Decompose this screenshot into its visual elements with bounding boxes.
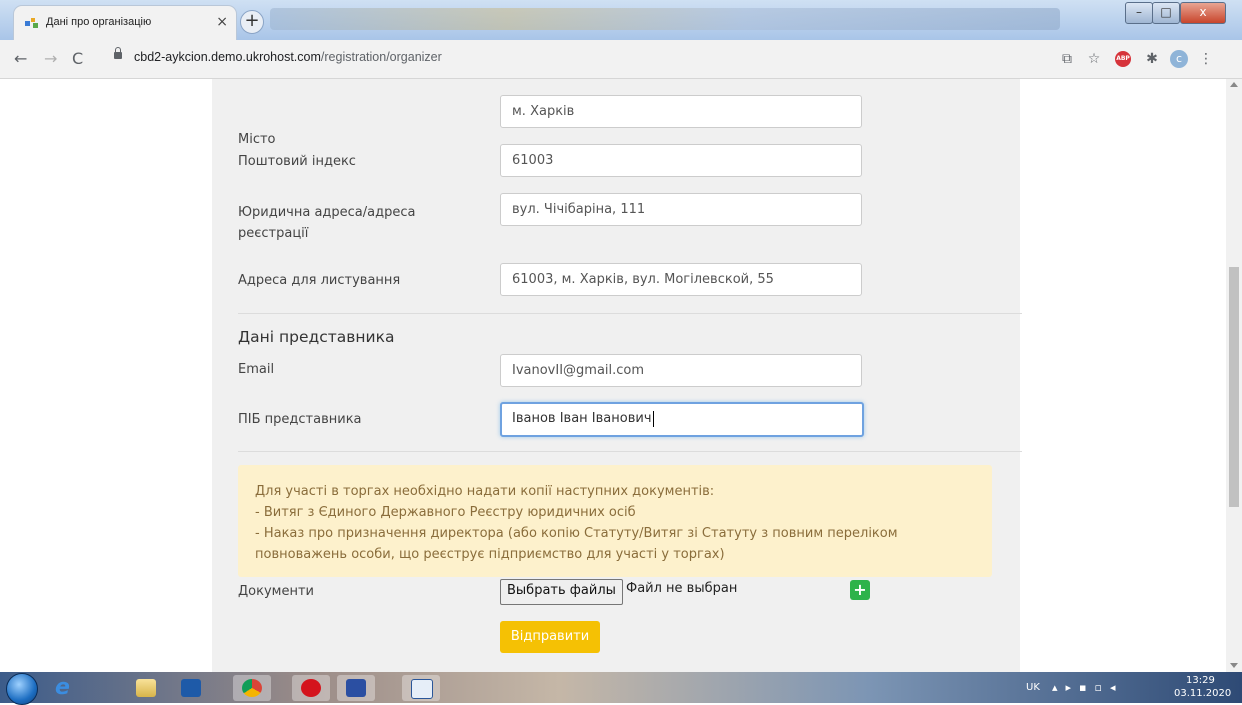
city-input[interactable]: м. Харків	[500, 95, 862, 128]
bookmark-star-icon[interactable]: ☆	[1085, 50, 1103, 68]
close-window-button[interactable]: x	[1180, 2, 1226, 24]
submit-button[interactable]: Відправити	[500, 621, 600, 653]
documents-label: Документи	[238, 584, 314, 599]
back-arrow-icon[interactable]: ←	[14, 49, 27, 68]
disk-glyph	[346, 679, 366, 697]
representative-heading: Дані представника	[238, 328, 395, 346]
fullname-label: ПІБ представника	[238, 412, 362, 427]
postal-code-input[interactable]: 61003	[500, 144, 862, 177]
legal-address-input[interactable]: вул. Чічібаріна, 111	[500, 193, 862, 226]
site-favicon-icon	[25, 18, 38, 28]
chrome-icon[interactable]	[233, 675, 271, 701]
clock-time[interactable]: 13:29	[1186, 675, 1215, 686]
opera-glyph	[301, 679, 321, 697]
browser-title-bar: Дані про організацію × + – □ x	[0, 0, 1242, 40]
email-input[interactable]: IvanovII@gmail.com	[500, 354, 862, 387]
system-tray: UK ▴▸▪▫◂ 13:29 03.11.2020	[1022, 672, 1242, 703]
registration-form-panel: Місто м. Харків Поштовий індекс 61003 Юр…	[212, 79, 1022, 672]
language-indicator[interactable]: UK	[1026, 682, 1040, 693]
browser-tab[interactable]: Дані про організацію ×	[14, 6, 236, 40]
browser-toolbar: ← → C cbd2-aykcion.demo.ukrohost.com/reg…	[0, 40, 1242, 79]
scrollbar-thumb[interactable]	[1229, 267, 1239, 507]
word-glyph	[411, 679, 433, 699]
notice-line: Для участі в торгах необхідно надати коп…	[255, 484, 715, 499]
page-viewport: Місто м. Харків Поштовий індекс 61003 Юр…	[0, 79, 1226, 672]
documents-notice: Для участі в торгах необхідно надати коп…	[238, 465, 992, 577]
legal-address-label-line2: реєстрації	[238, 226, 309, 241]
url-path: /registration/organizer	[320, 50, 442, 64]
url-text: cbd2-aykcion.demo.ukrohost.com/registrat…	[134, 50, 442, 64]
section-divider	[238, 313, 1022, 314]
translate-icon[interactable]: ⧉	[1058, 50, 1076, 68]
chrome-glyph	[242, 679, 262, 697]
text-caret	[652, 410, 654, 427]
ie-glyph: e	[55, 675, 70, 700]
notice-line: повноважень особи, що реєструє підприємс…	[255, 547, 725, 562]
forward-arrow-icon[interactable]: →	[44, 49, 57, 68]
start-button[interactable]	[6, 673, 38, 705]
scroll-up-arrow-icon[interactable]	[1230, 82, 1238, 87]
profile-avatar-icon[interactable]: c	[1170, 50, 1188, 68]
postal-code-label: Поштовий індекс	[238, 154, 356, 169]
tab-close-icon[interactable]: ×	[216, 14, 228, 30]
email-label: Email	[238, 362, 275, 377]
notice-line: - Наказ про призначення директора (або к…	[255, 526, 898, 541]
url-host: cbd2-aykcion.demo.ukrohost.com	[134, 50, 321, 64]
tray-icons[interactable]: ▴▸▪▫◂	[1052, 681, 1123, 694]
browser-menu-icon[interactable]: ⋮	[1197, 50, 1215, 68]
reload-icon[interactable]: C	[72, 49, 83, 68]
file-explorer-icon[interactable]	[127, 675, 165, 701]
clock-date[interactable]: 03.11.2020	[1174, 688, 1231, 699]
address-bar[interactable]: cbd2-aykcion.demo.ukrohost.com/registrat…	[100, 46, 1100, 72]
mailing-address-label: Адреса для листування	[238, 273, 401, 288]
fullname-input[interactable]: Іванов Іван Іванович	[500, 402, 864, 437]
media-glyph	[181, 679, 201, 697]
scroll-down-arrow-icon[interactable]	[1230, 663, 1238, 668]
extensions-puzzle-icon[interactable]: ✱	[1143, 50, 1161, 68]
page-scrollbar[interactable]	[1226, 79, 1242, 672]
folder-glyph	[136, 679, 156, 697]
internet-explorer-icon[interactable]: e	[45, 675, 83, 701]
mailing-address-input[interactable]: 61003, м. Харків, вул. Могілевской, 55	[500, 263, 862, 296]
new-tab-button[interactable]: +	[240, 10, 264, 34]
save-disk-icon[interactable]	[337, 675, 375, 701]
legal-address-label: Юридична адреса/адреса реєстрації	[238, 202, 415, 244]
notice-line: - Витяг з Єдиного Державного Реєстру юри…	[255, 505, 636, 520]
minimize-button[interactable]: –	[1125, 2, 1153, 24]
add-document-button[interactable]: +	[850, 580, 870, 600]
lock-icon	[114, 47, 122, 59]
fullname-value: Іванов Іван Іванович	[512, 411, 652, 426]
choose-files-button[interactable]: Выбрать файлы	[500, 579, 623, 605]
background-window-titles	[270, 8, 1060, 30]
tab-title: Дані про організацію	[46, 16, 152, 28]
adblock-icon[interactable]: ABP	[1115, 51, 1131, 67]
windows-taskbar: e UK ▴▸▪▫◂ 13:29 03.11.2020	[0, 672, 1242, 705]
word-icon[interactable]	[402, 675, 440, 701]
opera-icon[interactable]	[292, 675, 330, 701]
legal-address-label-line1: Юридична адреса/адреса	[238, 205, 416, 220]
maximize-button[interactable]: □	[1152, 2, 1180, 24]
section-divider	[238, 451, 1022, 452]
city-label: Місто	[238, 132, 276, 147]
media-player-icon[interactable]	[172, 675, 210, 701]
file-status-text: Файл не выбран	[626, 581, 738, 596]
